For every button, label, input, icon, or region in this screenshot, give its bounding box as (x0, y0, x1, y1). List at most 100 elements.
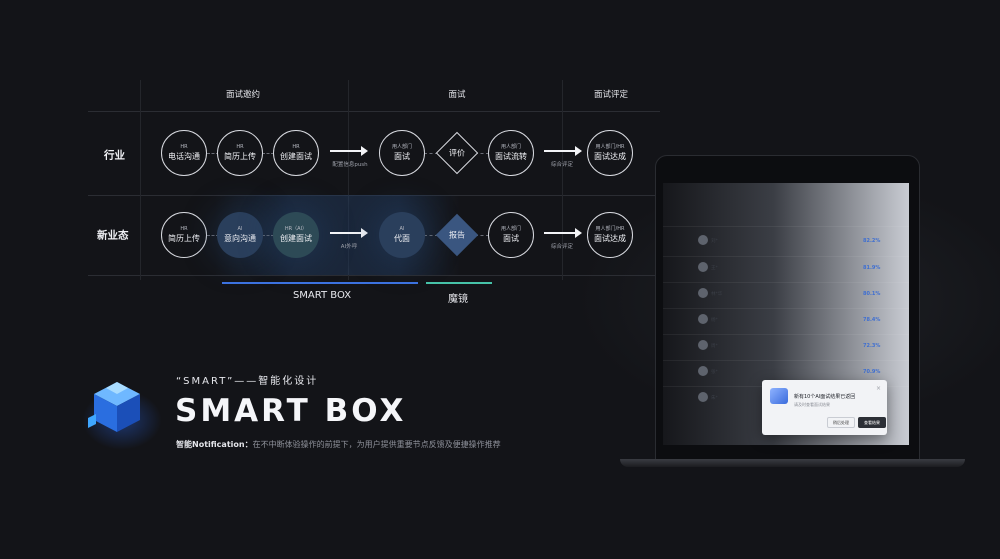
brand-tagline: “SMART”——智能化设计 (176, 376, 319, 387)
header-divider (88, 111, 660, 112)
flow-node-transfer: 用人部门 面试流转 (488, 130, 534, 176)
laptop-base (620, 459, 965, 467)
node-label: 创建面试 (280, 152, 312, 161)
node-label: 简历上传 (168, 234, 200, 243)
node-role: HR (180, 226, 188, 232)
match-score: 80.1% (863, 291, 881, 297)
view-results-button[interactable]: 查看结果 (858, 417, 886, 428)
avatar (698, 392, 708, 402)
node-role: 用人部门 (500, 226, 521, 232)
arrow-icon (544, 228, 582, 238)
node-label: 代面 (394, 234, 410, 243)
node-label: 面试达成 (594, 152, 626, 161)
row-header-new-business: 新业态 (97, 229, 129, 242)
table-divider (663, 308, 909, 309)
avatar (698, 235, 708, 245)
node-role: 用人部门 (500, 144, 521, 150)
node-role: HR (180, 144, 188, 150)
flow-node-create: HR 创建面试 (273, 130, 319, 176)
flow-node-interview: 用人部门 面试 (379, 130, 425, 176)
avatar (698, 366, 708, 376)
arrow-icon (544, 146, 582, 156)
node-label: 面试 (503, 234, 519, 243)
candidate-name: 周* (711, 344, 718, 349)
mirror-bar (426, 282, 492, 284)
notification-subtitle: 请及时查看面试结果 (794, 402, 830, 407)
node-role: HR (292, 144, 300, 150)
bottom-divider (88, 275, 660, 276)
node-role: HR (236, 144, 244, 150)
match-score: 72.3% (863, 343, 881, 349)
candidate-name: 林*华 (711, 292, 723, 297)
flow-node-offer: 用人部门/HR 面试达成 (587, 130, 633, 176)
avatar (698, 340, 708, 350)
table-divider (663, 360, 909, 361)
avatar (698, 262, 708, 272)
smartbox-bar (222, 282, 418, 284)
cube-icon (770, 388, 788, 404)
candidate-name: 杨* (711, 318, 718, 323)
column-header-interview: 面试 (448, 90, 466, 100)
node-role: 用人部门 (391, 144, 412, 150)
flow-node-interview: 用人部门 面试 (488, 212, 534, 258)
diamond-label: 报告 (449, 230, 465, 240)
arrow-label: AI外呼 (340, 244, 358, 250)
cube-icon (88, 378, 146, 436)
diamond-label: 评价 (449, 148, 465, 158)
brand-title: SMART BOX (175, 393, 407, 429)
flow-node-create: HR（AI） 创建面试 (273, 212, 319, 258)
flow-node-resume: HR 简历上传 (161, 212, 207, 258)
column-divider (562, 80, 563, 280)
table-divider (663, 282, 909, 283)
arrow-label: 配置信息push (332, 162, 368, 168)
arrow-label: 综合评定 (550, 162, 574, 168)
node-label: 面试 (394, 152, 410, 161)
node-role: 用人部门/HR (595, 144, 625, 150)
table-divider (663, 226, 909, 227)
node-label: 面试流转 (495, 152, 527, 161)
candidate-name: 王* (711, 266, 718, 271)
close-icon[interactable]: × (876, 385, 881, 392)
smartbox-label: SMART BOX (292, 290, 352, 301)
notification-popup[interactable]: 新有10个AI面试结果已返回 请及时查看面试结果 × 稍后处理 查看结果 (762, 380, 887, 435)
flow-node-ai-proxy: AI 代面 (379, 212, 425, 258)
column-divider (140, 80, 141, 280)
node-role: 用人部门/HR (595, 226, 625, 232)
arrow-icon (330, 146, 368, 156)
node-label: 面试达成 (594, 234, 626, 243)
flow-node-offer: 用人部门/HR 面试达成 (587, 212, 633, 258)
node-role: AI (399, 226, 405, 232)
match-score: 81.9% (863, 265, 881, 271)
node-role: AI (237, 226, 243, 232)
node-role: HR（AI） (284, 226, 308, 232)
brand-description: 智能Notification：在不中断体验操作的前提下，为用户提供重要节点反馈及… (176, 439, 501, 450)
arrow-icon (330, 228, 368, 238)
notification-title: 新有10个AI面试结果已返回 (794, 394, 856, 400)
candidate-name: 朱* (711, 396, 718, 401)
node-label: 意向沟通 (224, 234, 256, 243)
row-header-industry: 行业 (104, 149, 125, 162)
column-header-evaluation: 面试评定 (593, 90, 629, 100)
flow-node-phone: HR 电话沟通 (161, 130, 207, 176)
avatar (698, 288, 708, 298)
arrow-label: 综合评定 (550, 244, 574, 250)
node-label: 电话沟通 (168, 152, 200, 161)
table-divider (663, 256, 909, 257)
flow-node-ai-intent: AI 意向沟通 (217, 212, 263, 258)
node-label: 创建面试 (280, 234, 312, 243)
avatar (698, 314, 708, 324)
table-divider (663, 334, 909, 335)
description-lead: 智能Notification： (176, 440, 253, 449)
column-header-invite: 面试邀约 (225, 90, 261, 100)
match-score: 78.4% (863, 317, 881, 323)
flow-node-resume: HR 简历上传 (217, 130, 263, 176)
candidate-name: 张* (711, 370, 718, 375)
description-body: 在不中断体验操作的前提下，为用户提供重要节点反馈及便捷操作推荐 (252, 440, 501, 449)
node-label: 简历上传 (224, 152, 256, 161)
later-button[interactable]: 稍后处理 (827, 417, 855, 428)
match-score: 82.2% (863, 238, 881, 244)
mirror-label: 魔镜 (448, 294, 468, 305)
screen-header (663, 183, 909, 223)
candidate-name: 刘* (711, 239, 718, 244)
match-score: 70.9% (863, 369, 881, 375)
